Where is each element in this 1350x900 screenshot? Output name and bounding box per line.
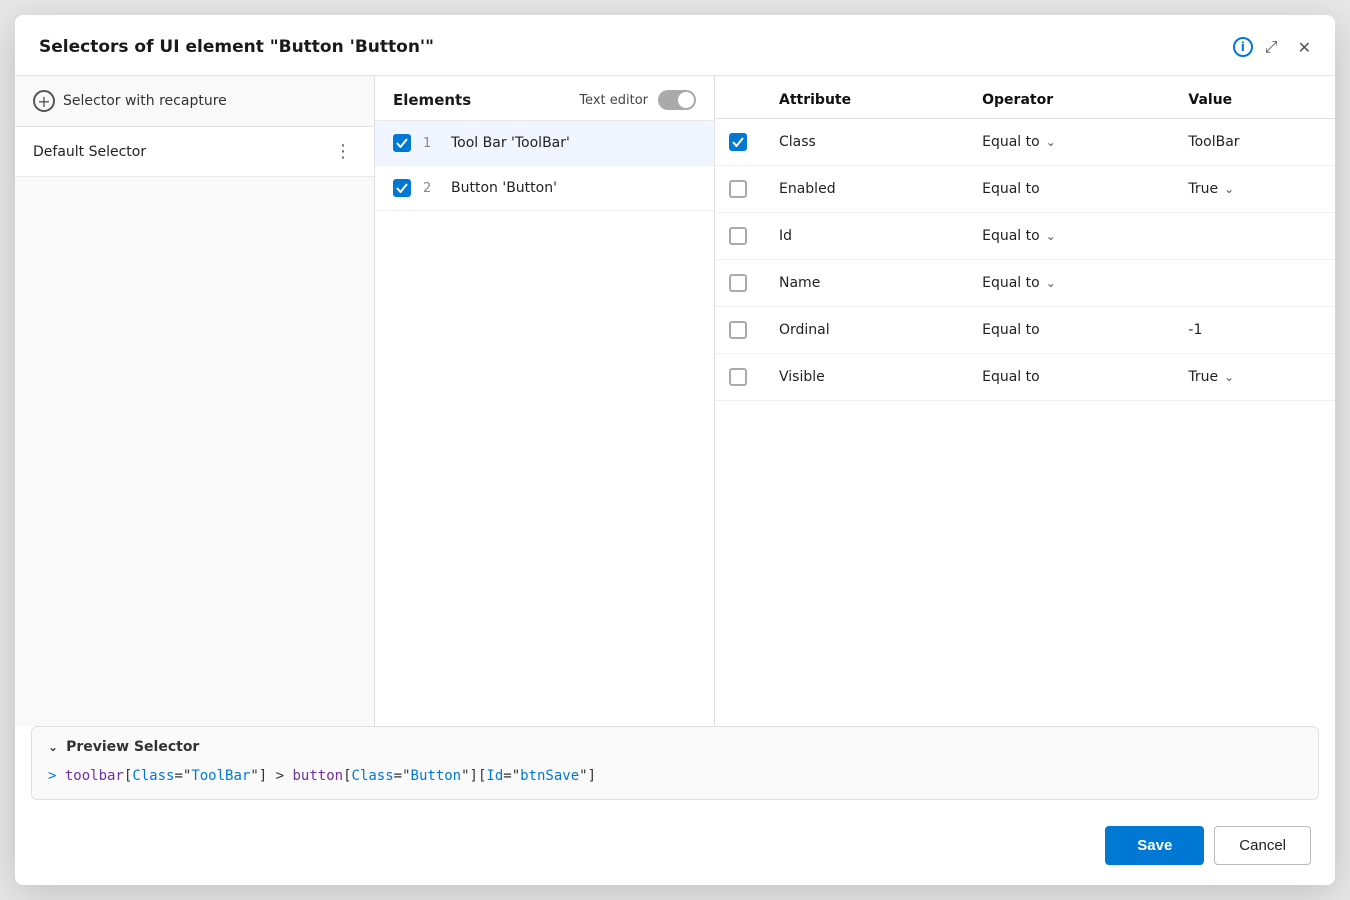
table-row: Id Equal to ⌄ <box>715 213 1335 260</box>
value-text: -1 <box>1188 322 1202 338</box>
expand-icon[interactable]: ⤢ <box>1261 33 1282 61</box>
main-dialog: Selectors of UI element "Button 'Button'… <box>15 15 1335 885</box>
cancel-button[interactable]: Cancel <box>1214 826 1311 865</box>
attr-operator: Equal to ⌄ <box>968 119 1174 166</box>
toggle-knob <box>678 92 694 108</box>
attr-name: Visible <box>765 354 968 401</box>
col-operator: Operator <box>968 76 1174 119</box>
selector-item[interactable]: Default Selector ⋮ <box>15 127 374 177</box>
add-selector-button[interactable]: + Selector with recapture <box>15 76 374 127</box>
col-value: Value <box>1174 76 1335 119</box>
value-chevron-icon[interactable]: ⌄ <box>1224 182 1234 196</box>
preview-chevron-icon: ⌄ <box>48 740 58 754</box>
attr-operator: Equal to ⌄ <box>968 260 1174 307</box>
attr-checkbox[interactable] <box>729 180 747 198</box>
right-panel: Attribute Operator Value ClassEqual to⌄T… <box>715 76 1335 726</box>
attr-operator: Equal to ⌄ <box>968 213 1174 260</box>
attr-checkbox-cell <box>715 260 765 307</box>
operator-text: Equal to <box>982 181 1040 197</box>
table-row: Class Equal to ⌄ ToolBar <box>715 119 1335 166</box>
text-editor-row: Text editor <box>579 90 696 110</box>
text-editor-toggle[interactable] <box>658 90 696 110</box>
plus-circle-icon: + <box>33 90 55 112</box>
operator-text: Equal to <box>982 322 1040 338</box>
table-row: Visible Equal to True ⌄ <box>715 354 1335 401</box>
col-attribute: Attribute <box>765 76 968 119</box>
value-text: True <box>1188 369 1218 385</box>
preview-code: > toolbar[Class="ToolBar"] > button[Clas… <box>48 765 1302 787</box>
attr-checkbox-cell <box>715 213 765 260</box>
operator-text: Equal to <box>982 134 1040 150</box>
value-chevron-icon[interactable]: ⌄ <box>1224 370 1234 384</box>
operator-chevron-icon[interactable]: ⌄ <box>1046 135 1056 149</box>
element-checkbox[interactable] <box>393 179 411 197</box>
value-text: ToolBar <box>1188 134 1239 150</box>
table-row: Enabled Equal to True ⌄ <box>715 166 1335 213</box>
three-dots-menu[interactable]: ⋮ <box>330 141 356 162</box>
table-row: Ordinal Equal to -1 <box>715 307 1335 354</box>
attr-name: Name <box>765 260 968 307</box>
text-editor-label: Text editor <box>579 93 648 108</box>
elements-title: Elements <box>393 91 471 109</box>
dialog-header: Selectors of UI element "Button 'Button'… <box>15 15 1335 76</box>
element-number: 1 <box>423 136 439 151</box>
attr-name: Ordinal <box>765 307 968 354</box>
attr-value: ToolBar <box>1174 119 1335 166</box>
attributes-tbody: Class Equal to ⌄ ToolBar Enabled Equal to True… <box>715 119 1335 401</box>
elements-list: 1 Tool Bar 'ToolBar' 2 Button 'Button' <box>375 121 714 211</box>
attributes-table: Attribute Operator Value ClassEqual to⌄T… <box>715 76 1335 401</box>
save-button[interactable]: Save <box>1105 826 1204 865</box>
attr-checkbox[interactable] <box>729 368 747 386</box>
value-text: True <box>1188 181 1218 197</box>
attr-value: True ⌄ <box>1174 166 1335 213</box>
dialog-body: + Selector with recapture Default Select… <box>15 76 1335 726</box>
mid-panel-header: Elements Text editor <box>375 76 714 121</box>
attr-checkbox[interactable] <box>729 227 747 245</box>
operator-chevron-icon[interactable]: ⌄ <box>1046 229 1056 243</box>
add-selector-label: Selector with recapture <box>63 93 227 109</box>
element-item[interactable]: 2 Button 'Button' <box>375 166 714 211</box>
preview-box: ⌄ Preview Selector > toolbar[Class="Tool… <box>31 726 1319 800</box>
attr-operator: Equal to <box>968 307 1174 354</box>
attr-name: Class <box>765 119 968 166</box>
attr-operator: Equal to <box>968 166 1174 213</box>
element-checkbox[interactable] <box>393 134 411 152</box>
info-icon[interactable]: i <box>1233 37 1253 57</box>
attr-value <box>1174 213 1335 260</box>
attr-value: True ⌄ <box>1174 354 1335 401</box>
header-actions: ⤢ ✕ <box>1261 33 1315 61</box>
attr-checkbox[interactable] <box>729 133 747 151</box>
table-row: Name Equal to ⌄ <box>715 260 1335 307</box>
preview-label: Preview Selector <box>66 739 199 755</box>
close-icon[interactable]: ✕ <box>1294 34 1315 61</box>
operator-text: Equal to <box>982 275 1040 291</box>
attr-checkbox-cell <box>715 119 765 166</box>
attr-checkbox-cell <box>715 166 765 213</box>
preview-toggle-row[interactable]: ⌄ Preview Selector <box>48 739 1302 755</box>
dialog-footer-area: ⌄ Preview Selector > toolbar[Class="Tool… <box>15 726 1335 885</box>
operator-text: Equal to <box>982 228 1040 244</box>
selector-item-label: Default Selector <box>33 144 330 160</box>
attr-checkbox-cell <box>715 354 765 401</box>
operator-text: Equal to <box>982 369 1040 385</box>
operator-chevron-icon[interactable]: ⌄ <box>1046 276 1056 290</box>
mid-panel: Elements Text editor 1 Tool Bar 'ToolBar'… <box>375 76 715 726</box>
attr-checkbox[interactable] <box>729 321 747 339</box>
dialog-title: Selectors of UI element "Button 'Button'… <box>39 37 1225 57</box>
left-panel: + Selector with recapture Default Select… <box>15 76 375 726</box>
element-label: Button 'Button' <box>451 180 557 196</box>
attr-checkbox-cell <box>715 307 765 354</box>
attr-name: Id <box>765 213 968 260</box>
attr-operator: Equal to <box>968 354 1174 401</box>
attr-value <box>1174 260 1335 307</box>
col-checkbox <box>715 76 765 119</box>
dialog-footer: Save Cancel <box>15 816 1335 885</box>
element-item[interactable]: 1 Tool Bar 'ToolBar' <box>375 121 714 166</box>
attr-name: Enabled <box>765 166 968 213</box>
attr-checkbox[interactable] <box>729 274 747 292</box>
element-label: Tool Bar 'ToolBar' <box>451 135 570 151</box>
attr-value: -1 <box>1174 307 1335 354</box>
element-number: 2 <box>423 181 439 196</box>
